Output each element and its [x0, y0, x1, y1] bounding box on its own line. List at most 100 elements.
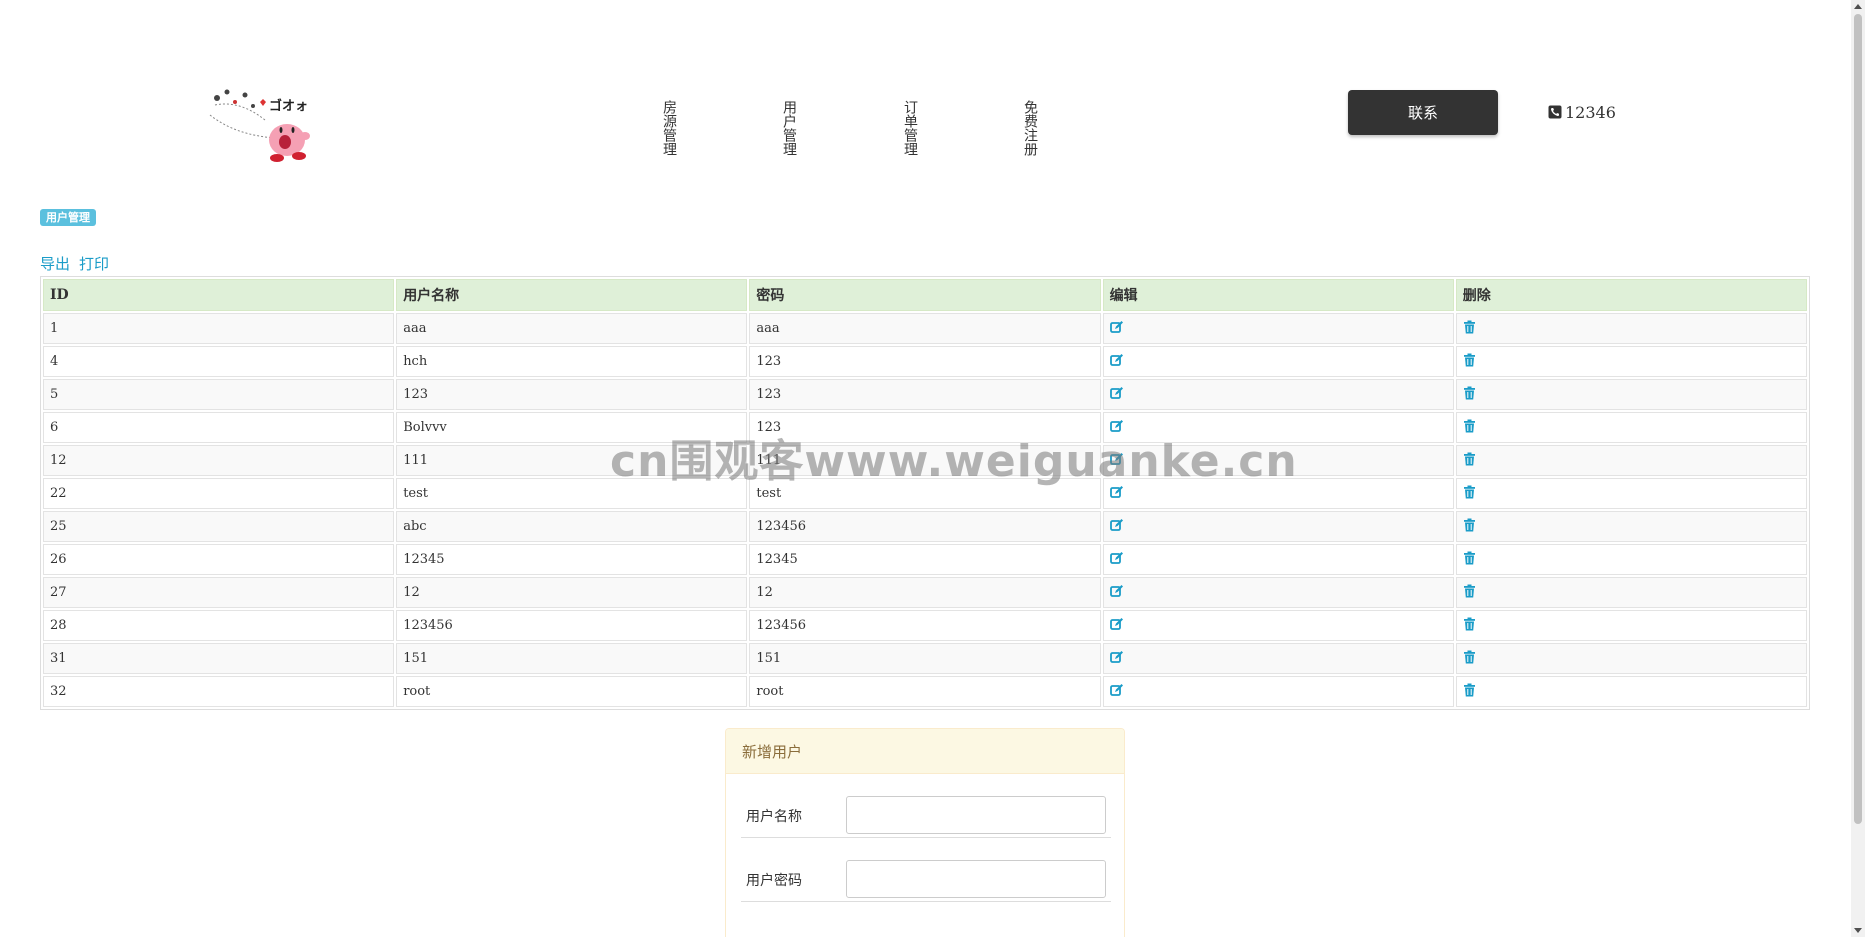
- cell-username: 12: [396, 577, 748, 608]
- add-user-panel: 新增用户 用户名称 用户密码: [725, 728, 1125, 937]
- edit-icon[interactable]: [1109, 551, 1124, 569]
- cell-password: root: [749, 676, 1101, 707]
- edit-icon[interactable]: [1109, 485, 1124, 503]
- table-tools: 导出 打印: [40, 253, 109, 274]
- svg-text:ゴオォ: ゴオォ: [269, 98, 308, 114]
- cell-edit: [1102, 478, 1454, 509]
- cell-delete: [1455, 511, 1807, 542]
- edit-icon[interactable]: [1109, 683, 1124, 701]
- scroll-down-arrow-icon[interactable]: [1854, 928, 1862, 933]
- cell-username: aaa: [396, 313, 748, 344]
- edit-icon[interactable]: [1109, 617, 1124, 635]
- cell-password: 123: [749, 379, 1101, 410]
- trash-icon[interactable]: [1463, 617, 1476, 635]
- table-row: 5 123 123: [43, 379, 1807, 410]
- table-row: 27 12 12: [43, 577, 1807, 608]
- cell-edit: [1102, 577, 1454, 608]
- cell-delete: [1455, 412, 1807, 443]
- trash-icon[interactable]: [1463, 518, 1476, 536]
- table-row: 1 aaa aaa: [43, 313, 1807, 344]
- cell-edit: [1102, 445, 1454, 476]
- edit-icon[interactable]: [1109, 353, 1124, 371]
- print-link[interactable]: 打印: [79, 253, 109, 274]
- cell-id: 4: [43, 346, 395, 377]
- cell-password: 151: [749, 643, 1101, 674]
- cell-password: test: [749, 478, 1101, 509]
- cell-username: 123456: [396, 610, 748, 641]
- table-row: 28 123456 123456: [43, 610, 1807, 641]
- section-badge: 用户管理: [40, 209, 96, 226]
- nav-user-management[interactable]: 用户管理: [771, 100, 797, 156]
- trash-icon[interactable]: [1463, 485, 1476, 503]
- trash-icon[interactable]: [1463, 386, 1476, 404]
- cell-username: test: [396, 478, 748, 509]
- cell-username: 111: [396, 445, 748, 476]
- cell-id: 12: [43, 445, 395, 476]
- cell-delete: [1455, 544, 1807, 575]
- cell-password: aaa: [749, 313, 1101, 344]
- trash-icon[interactable]: [1463, 584, 1476, 602]
- cell-delete: [1455, 478, 1807, 509]
- cell-id: 32: [43, 676, 395, 707]
- phone-number: 12346: [1565, 102, 1616, 122]
- trash-icon[interactable]: [1463, 650, 1476, 668]
- nav-order-management[interactable]: 订单管理: [892, 100, 918, 156]
- nav-house-management[interactable]: 房源管理: [651, 100, 677, 156]
- phone-contact: 12346: [1548, 102, 1616, 122]
- cell-edit: [1102, 544, 1454, 575]
- cell-id: 5: [43, 379, 395, 410]
- trash-icon[interactable]: [1463, 551, 1476, 569]
- cell-id: 6: [43, 412, 395, 443]
- trash-icon[interactable]: [1463, 419, 1476, 437]
- scroll-thumb[interactable]: [1854, 14, 1862, 824]
- scroll-up-arrow-icon[interactable]: [1854, 4, 1862, 9]
- trash-icon[interactable]: [1463, 452, 1476, 470]
- cell-password: 123456: [749, 610, 1101, 641]
- user-table: ID 用户名称 密码 编辑 删除 1 aaa aaa 4 hch 123 5 123 123 6 B…: [40, 276, 1810, 710]
- password-input[interactable]: [846, 860, 1106, 898]
- cell-edit: [1102, 346, 1454, 377]
- table-row: 22 test test: [43, 478, 1807, 509]
- cell-edit: [1102, 379, 1454, 410]
- cell-password: 12345: [749, 544, 1101, 575]
- nav-free-register[interactable]: 免费注册: [1012, 100, 1038, 156]
- contact-button[interactable]: 联系: [1348, 90, 1498, 135]
- cell-edit: [1102, 676, 1454, 707]
- edit-icon[interactable]: [1109, 320, 1124, 338]
- edit-icon[interactable]: [1109, 386, 1124, 404]
- page-scrollbar[interactable]: [1851, 0, 1865, 937]
- cell-username: root: [396, 676, 748, 707]
- cell-password: 123456: [749, 511, 1101, 542]
- trash-icon[interactable]: [1463, 320, 1476, 338]
- username-row: 用户名称: [741, 774, 1111, 838]
- table-header-row: ID 用户名称 密码 编辑 删除: [43, 279, 1807, 311]
- cell-id: 31: [43, 643, 395, 674]
- cell-username: hch: [396, 346, 748, 377]
- edit-icon[interactable]: [1109, 452, 1124, 470]
- export-link[interactable]: 导出: [40, 253, 70, 274]
- phone-icon: [1548, 105, 1562, 119]
- cell-delete: [1455, 643, 1807, 674]
- username-input[interactable]: [846, 796, 1106, 834]
- panel-title: 新增用户: [726, 729, 1124, 774]
- edit-icon[interactable]: [1109, 518, 1124, 536]
- cell-id: 22: [43, 478, 395, 509]
- col-header-edit: 编辑: [1102, 279, 1454, 311]
- edit-icon[interactable]: [1109, 584, 1124, 602]
- trash-icon[interactable]: [1463, 353, 1476, 371]
- edit-icon[interactable]: [1109, 650, 1124, 668]
- cell-delete: [1455, 577, 1807, 608]
- trash-icon[interactable]: [1463, 683, 1476, 701]
- cell-delete: [1455, 445, 1807, 476]
- col-header-password: 密码: [749, 279, 1101, 311]
- cell-password: 123: [749, 346, 1101, 377]
- table-row: 31 151 151: [43, 643, 1807, 674]
- table-row: 12 111 111: [43, 445, 1807, 476]
- cell-delete: [1455, 346, 1807, 377]
- cell-username: 123: [396, 379, 748, 410]
- cell-username: 151: [396, 643, 748, 674]
- kirby-logo-icon[interactable]: ゴオォ: [205, 80, 330, 170]
- cell-edit: [1102, 313, 1454, 344]
- edit-icon[interactable]: [1109, 419, 1124, 437]
- col-header-id: ID: [43, 279, 395, 311]
